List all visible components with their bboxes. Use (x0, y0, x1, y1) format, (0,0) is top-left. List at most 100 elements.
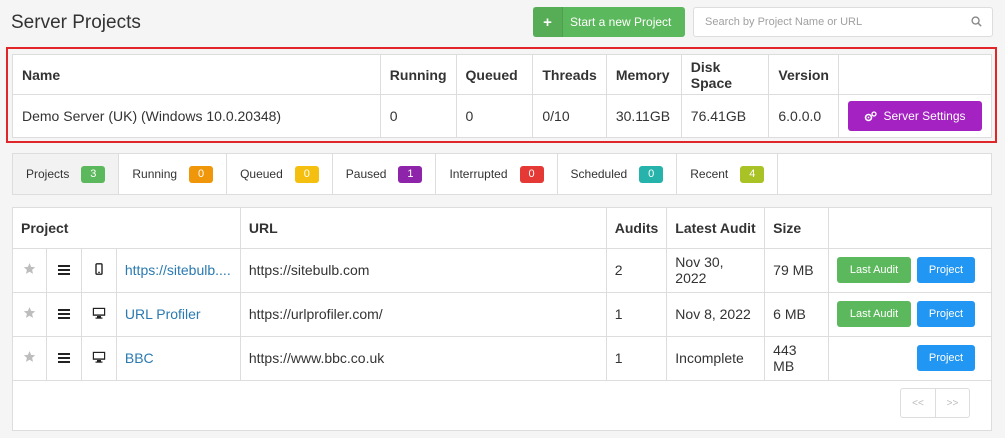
last-audit-button[interactable]: Last Audit (837, 257, 911, 283)
col-threads: Threads (532, 54, 607, 95)
pagination: << >> (900, 388, 970, 418)
project-actions-cell: Last Audit Project (828, 248, 991, 293)
project-actions-cell: Project (828, 336, 991, 381)
star-icon[interactable] (23, 350, 36, 363)
search-input[interactable] (694, 8, 964, 36)
project-actions-cell: Last Audit Project (828, 292, 991, 337)
search-icon[interactable] (971, 16, 982, 27)
project-audits: 2 (606, 248, 668, 293)
tab-label: Recent (690, 167, 729, 181)
page-title: Server Projects (11, 12, 141, 33)
col-disk-space: Disk Space (681, 54, 770, 95)
tab-paused[interactable]: Paused 1 (333, 154, 437, 194)
tab-label: Paused (345, 167, 387, 181)
favorite-star-cell (13, 292, 48, 337)
project-latest-audit: Incomplete (666, 336, 766, 381)
col-url: URL (240, 208, 607, 249)
col-name: Name (12, 54, 381, 95)
col-latest-audit: Latest Audit (666, 208, 766, 249)
desktop-icon (92, 306, 106, 322)
col-running: Running (380, 54, 457, 95)
server-queued: 0 (456, 94, 534, 138)
device-cell (81, 248, 117, 293)
start-new-project-button[interactable]: + Start a new Project (533, 7, 685, 37)
plus-icon: + (533, 7, 563, 37)
last-audit-button[interactable]: Last Audit (837, 301, 911, 327)
star-icon[interactable] (23, 306, 36, 319)
project-size: 79 MB (764, 248, 829, 293)
count-badge: 0 (519, 165, 544, 183)
col-size: Size (764, 208, 829, 249)
tab-running[interactable]: Running 0 (119, 154, 228, 194)
server-threads: 0/10 (532, 94, 607, 138)
next-page-button[interactable]: >> (935, 389, 969, 417)
count-badge: 3 (81, 165, 106, 183)
tab-projects[interactable]: Projects 3 (13, 154, 120, 194)
filter-tabs: Projects 3 Running 0 Queued 0 Paused 1 I… (12, 153, 992, 195)
prev-page-button[interactable]: << (901, 389, 935, 417)
projects-table: Project URL Audits Latest Audit Size htt… (13, 208, 991, 381)
desktop-icon (92, 350, 106, 366)
count-badge: 4 (740, 165, 765, 183)
project-audits: 1 (606, 292, 668, 337)
col-actions (828, 208, 991, 249)
tab-label: Running (132, 167, 178, 181)
tab-label: Projects (26, 167, 70, 181)
favorite-star-cell (13, 248, 48, 293)
project-name-cell: URL Profiler (116, 292, 241, 337)
project-link[interactable]: BBC (125, 350, 154, 366)
menu-icon[interactable] (58, 353, 71, 363)
col-audits: Audits (606, 208, 668, 249)
project-link[interactable]: https://sitebulb.... (125, 262, 231, 278)
count-badge: 1 (398, 165, 423, 183)
server-settings-label: Server Settings (883, 109, 966, 123)
tab-label: Queued (240, 167, 283, 181)
project-name-cell: https://sitebulb.... (116, 248, 241, 293)
server-name: Demo Server (UK) (Windows 10.0.20348) (12, 94, 381, 138)
tab-recent[interactable]: Recent 4 (677, 154, 779, 194)
project-audits: 1 (606, 336, 668, 381)
col-memory: Memory (606, 54, 682, 95)
menu-icon[interactable] (58, 309, 71, 319)
count-badge: 0 (639, 165, 664, 183)
project-actions: Last Audit Project (837, 257, 983, 283)
projects-panel: Project URL Audits Latest Audit Size htt… (12, 207, 992, 431)
project-latest-audit: Nov 30, 2022 (666, 248, 766, 293)
tab-label: Scheduled (570, 167, 628, 181)
project-latest-audit: Nov 8, 2022 (666, 292, 766, 337)
projects-table-header: Project URL Audits Latest Audit Size (13, 208, 991, 249)
project-name-cell: BBC (116, 336, 241, 381)
menu-cell (46, 336, 83, 381)
tab-label: Interrupted (449, 167, 508, 181)
col-actions (838, 54, 992, 95)
search-box (693, 7, 993, 37)
project-actions: Last Audit Project (837, 301, 983, 327)
project-button[interactable]: Project (917, 345, 975, 371)
tab-queued[interactable]: Queued 0 (227, 154, 333, 194)
col-version: Version (768, 54, 839, 95)
table-row: https://sitebulb.... https://sitebulb.co… (13, 248, 991, 293)
server-row: Demo Server (UK) (Windows 10.0.20348) 0 … (12, 94, 992, 138)
server-memory: 30.11GB (606, 94, 682, 138)
tab-interrupted[interactable]: Interrupted 0 (436, 154, 558, 194)
start-new-project-label: Start a new Project (570, 15, 672, 29)
table-row: URL Profiler https://urlprofiler.com/ 1 … (13, 292, 991, 337)
project-url: https://sitebulb.com (240, 248, 607, 293)
server-table-header: Name Running Queued Threads Memory Disk … (12, 54, 992, 95)
project-link[interactable]: URL Profiler (125, 306, 201, 322)
menu-icon[interactable] (58, 265, 71, 275)
device-cell (81, 336, 117, 381)
table-row: BBC https://www.bbc.co.uk 1 Incomplete 4… (13, 336, 991, 381)
menu-cell (46, 248, 83, 293)
project-button[interactable]: Project (917, 257, 975, 283)
col-project: Project (13, 208, 241, 249)
project-url: https://www.bbc.co.uk (240, 336, 607, 381)
project-button[interactable]: Project (917, 301, 975, 327)
server-settings-button[interactable]: Server Settings (848, 101, 982, 131)
tab-scheduled[interactable]: Scheduled 0 (558, 154, 678, 194)
server-actions-cell: Server Settings (839, 95, 992, 138)
star-icon[interactable] (23, 262, 36, 275)
col-queued: Queued (456, 54, 534, 95)
server-version: 6.0.0.0 (768, 94, 839, 138)
server-running: 0 (380, 94, 457, 138)
